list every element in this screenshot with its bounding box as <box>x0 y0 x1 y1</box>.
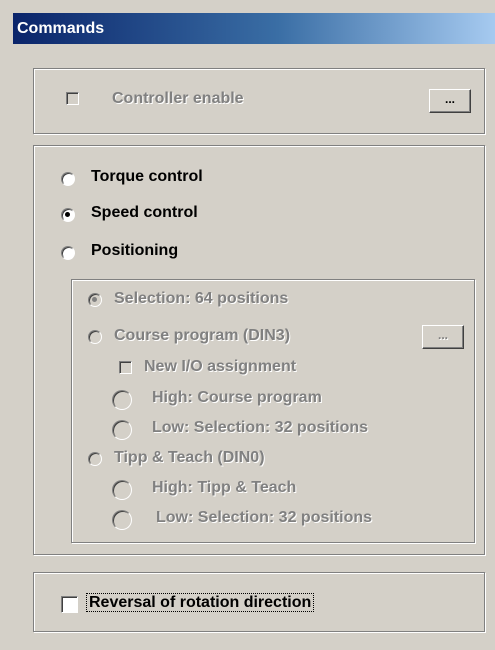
positioning-label: Positioning <box>91 242 179 259</box>
reversal-label: Reversal of rotation direction <box>86 592 315 614</box>
selected-dot-icon <box>92 297 97 302</box>
selection-64-label: Selection: 64 positions <box>114 290 289 307</box>
course-program-settings-button[interactable]: ... <box>422 325 464 349</box>
positioning-subgroup: Selection: 64 positions Course program (… <box>71 279 475 543</box>
high-course-program-label: High: Course program <box>152 389 322 406</box>
tipp-teach-radio[interactable] <box>88 452 102 466</box>
torque-control-label: Torque control <box>91 168 203 185</box>
course-program-radio[interactable] <box>88 330 102 344</box>
high-course-program-radio[interactable] <box>112 390 132 410</box>
controller-group: Controller enable ... <box>33 68 485 134</box>
positioning-radio[interactable] <box>61 246 75 260</box>
high-tipp-teach-radio[interactable] <box>112 480 132 500</box>
reversal-group: Reversal of rotation direction <box>33 572 485 632</box>
speed-control-label: Speed control <box>91 204 198 221</box>
low-selection-32-label-b: Low: Selection: 32 positions <box>156 509 373 526</box>
selection-64-radio[interactable] <box>88 293 102 307</box>
torque-control-radio[interactable] <box>61 172 75 186</box>
reversal-checkbox[interactable] <box>61 596 78 613</box>
low-selection-32-radio-a[interactable] <box>112 420 132 440</box>
controller-enable-label: Controller enable <box>112 90 244 107</box>
window-title: Commands <box>13 13 495 44</box>
mode-group: Torque control Speed control Positioning… <box>33 145 485 555</box>
low-selection-32-label-a: Low: Selection: 32 positions <box>152 419 369 436</box>
controller-settings-button[interactable]: ... <box>429 89 471 113</box>
low-selection-32-radio-b[interactable] <box>112 510 132 530</box>
new-io-assignment-label: New I/O assignment <box>144 358 297 375</box>
new-io-assignment-checkbox[interactable] <box>119 361 132 374</box>
focus-rectangle: Reversal of rotation direction <box>86 593 315 612</box>
course-program-label: Course program (DIN3) <box>114 327 291 344</box>
speed-control-radio[interactable] <box>61 208 75 222</box>
high-tipp-teach-label: High: Tipp & Teach <box>152 479 297 496</box>
selected-dot-icon <box>65 212 70 217</box>
controller-enable-checkbox[interactable] <box>66 92 79 105</box>
tipp-teach-label: Tipp & Teach (DIN0) <box>114 449 265 466</box>
